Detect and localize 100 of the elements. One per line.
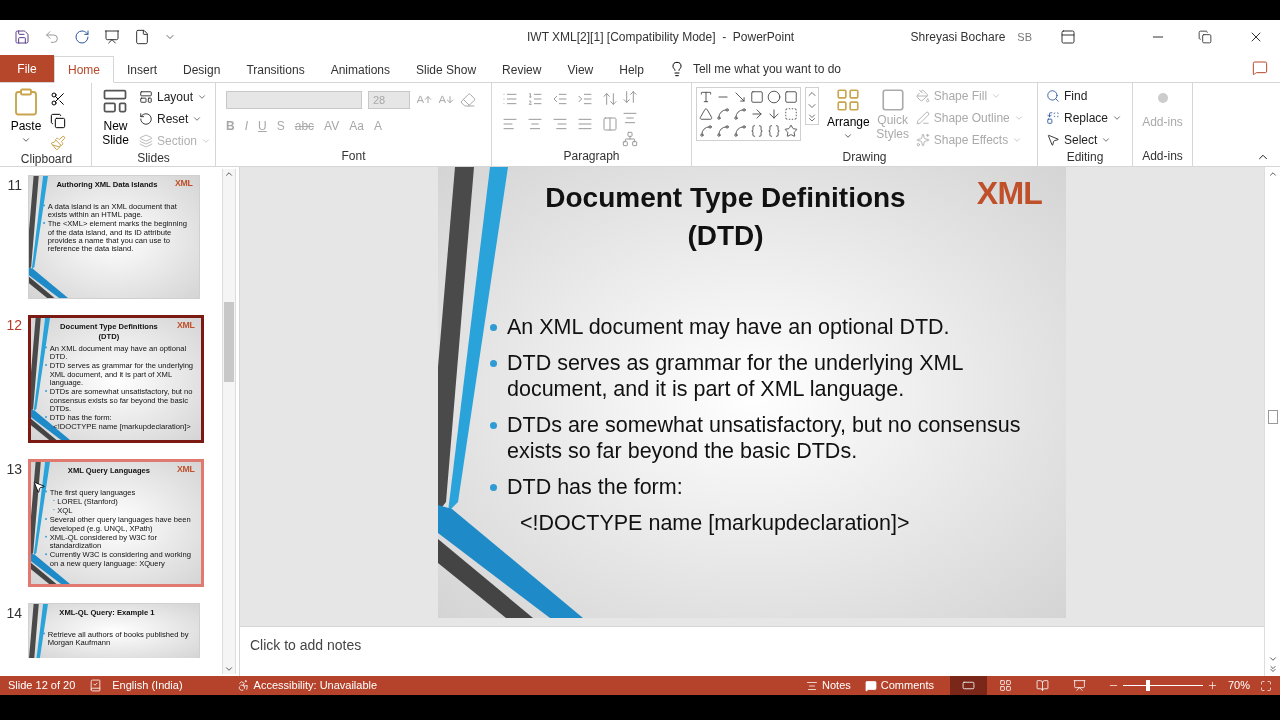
zoom-level[interactable]: 70% [1227, 677, 1250, 694]
ribbon-tab[interactable]: Review [489, 56, 555, 83]
zoom-in-icon[interactable] [1206, 680, 1218, 691]
reset-icon [138, 111, 153, 126]
ribbon-display-icon[interactable] [1060, 29, 1076, 45]
notes-pane[interactable]: Click to add notes [240, 626, 1264, 676]
caret-icon [21, 135, 31, 145]
scroll-up-icon[interactable] [224, 169, 234, 179]
shape-icon[interactable] [716, 124, 730, 138]
shape-icon[interactable] [733, 124, 747, 138]
shape-icon[interactable] [767, 124, 781, 138]
shape-icon[interactable] [699, 124, 713, 138]
new-file-icon[interactable] [134, 29, 150, 45]
text-direction-icon[interactable] [622, 89, 638, 105]
zoom-slider[interactable] [1122, 680, 1203, 691]
bullet-icon [490, 324, 497, 331]
ribbon-tab[interactable]: Design [170, 56, 234, 83]
bullet-icon [490, 484, 497, 491]
new-slide-button[interactable]: New Slide [96, 87, 135, 147]
justify-icon[interactable] [577, 116, 593, 132]
shape-icon[interactable] [699, 107, 713, 121]
arrange-button[interactable]: Arrange [827, 87, 870, 141]
slide-thumbnail[interactable] [28, 459, 204, 587]
ribbon-tab[interactable]: Home [54, 56, 114, 83]
shape-icon[interactable] [784, 90, 798, 104]
caret-icon [1112, 113, 1123, 123]
shape-icon[interactable] [733, 90, 747, 104]
more-icon[interactable] [806, 112, 818, 124]
align-right-icon[interactable] [552, 116, 568, 132]
file-tab[interactable]: File [0, 55, 54, 82]
slideshow-icon[interactable] [104, 29, 120, 45]
scroll-down-icon[interactable] [1267, 654, 1278, 664]
line-spacing-icon[interactable] [602, 91, 618, 107]
add-ins-icon [1157, 93, 1168, 103]
editing-button[interactable]: Find [1046, 87, 1123, 105]
restore-icon[interactable] [1198, 30, 1212, 44]
format-painter-icon[interactable] [50, 135, 66, 151]
scroll-up-icon[interactable] [1267, 169, 1278, 179]
slides-menu-button[interactable]: Layout [138, 87, 211, 106]
eraser-icon[interactable] [460, 92, 476, 108]
slide-bullet-text: DTD has the form: [507, 474, 683, 500]
shape-icon[interactable] [784, 124, 798, 138]
view-button[interactable] [949, 676, 987, 695]
scroll-down-icon[interactable] [224, 664, 234, 674]
shape-icon[interactable] [716, 107, 730, 121]
ribbon-tab[interactable]: Insert [114, 56, 171, 83]
align-center-icon[interactable] [527, 116, 543, 132]
comments-button[interactable]: Comments [864, 677, 934, 694]
undo-icon[interactable] [44, 29, 60, 45]
slide-thumbnail[interactable] [28, 315, 204, 443]
shape-icon[interactable] [784, 107, 798, 121]
scrollbar-thumb[interactable] [224, 301, 234, 382]
redo-icon[interactable] [74, 29, 90, 45]
align-left-icon[interactable] [502, 116, 518, 132]
columns-icon[interactable] [602, 116, 618, 132]
tell-me-search[interactable]: Tell me what you want to do [692, 59, 841, 78]
paste-button[interactable]: Paste [6, 87, 46, 145]
comments-icon[interactable] [1252, 60, 1268, 76]
increase-indent-icon[interactable] [577, 91, 593, 107]
fit-slide-icon[interactable] [1260, 679, 1272, 692]
save-icon[interactable] [14, 29, 30, 45]
slide-decoration-drawing [29, 604, 48, 658]
shape-icon[interactable] [750, 90, 764, 104]
spelling-icon[interactable] [89, 679, 103, 692]
numbering-icon[interactable] [527, 91, 543, 107]
ribbon-tab[interactable]: Animations [317, 56, 403, 83]
smartart-icon[interactable] [622, 131, 638, 147]
scrollbar-thumb[interactable] [1267, 409, 1278, 424]
user-name[interactable]: Shreyasi Bochare [910, 28, 1006, 46]
shape-icon[interactable] [750, 124, 764, 138]
ribbon-tab[interactable]: View [554, 56, 607, 83]
bullets-icon[interactable] [502, 91, 518, 107]
ribbon-tab[interactable]: Transitions [233, 56, 318, 83]
bullet-icon [490, 360, 497, 367]
slide-bullet-text: DTDs are somewhat unsatisfactory, but no consensus exists so far beyond the basic DTDs. [507, 412, 1022, 464]
decrease-indent-icon[interactable] [552, 91, 568, 107]
next-slide-icon[interactable] [1267, 664, 1278, 674]
xml-logo: XML [976, 174, 1042, 213]
shape-icon[interactable] [699, 90, 713, 104]
shape-icon[interactable] [767, 90, 781, 104]
ribbon-tab[interactable]: Slide Show [403, 56, 490, 83]
align-text-icon[interactable] [622, 110, 638, 126]
language-indicator[interactable]: English (India) [112, 677, 183, 694]
shape-icon[interactable] [750, 107, 764, 121]
accessibility-status[interactable]: Accessibility: Unavailable [253, 677, 378, 694]
copy-icon[interactable] [50, 113, 66, 129]
group-label: Add-ins [1141, 148, 1184, 165]
user-initials[interactable]: SB [1017, 28, 1032, 46]
bullet-icon [490, 422, 497, 429]
shape-icon[interactable] [767, 107, 781, 121]
group-label: Font [340, 148, 367, 165]
shape-icon[interactable] [733, 107, 747, 121]
slides-menu-button[interactable]: Reset [138, 109, 211, 128]
editing-button[interactable]: Replace [1046, 109, 1123, 127]
shapes-gallery[interactable] [696, 87, 801, 141]
cut-icon[interactable] [50, 91, 66, 107]
notes-button[interactable]: Notes [806, 677, 851, 694]
ribbon-tab[interactable]: Help [606, 56, 657, 83]
accessibility-icon[interactable] [236, 679, 250, 692]
editing-button[interactable]: Select [1046, 131, 1123, 149]
